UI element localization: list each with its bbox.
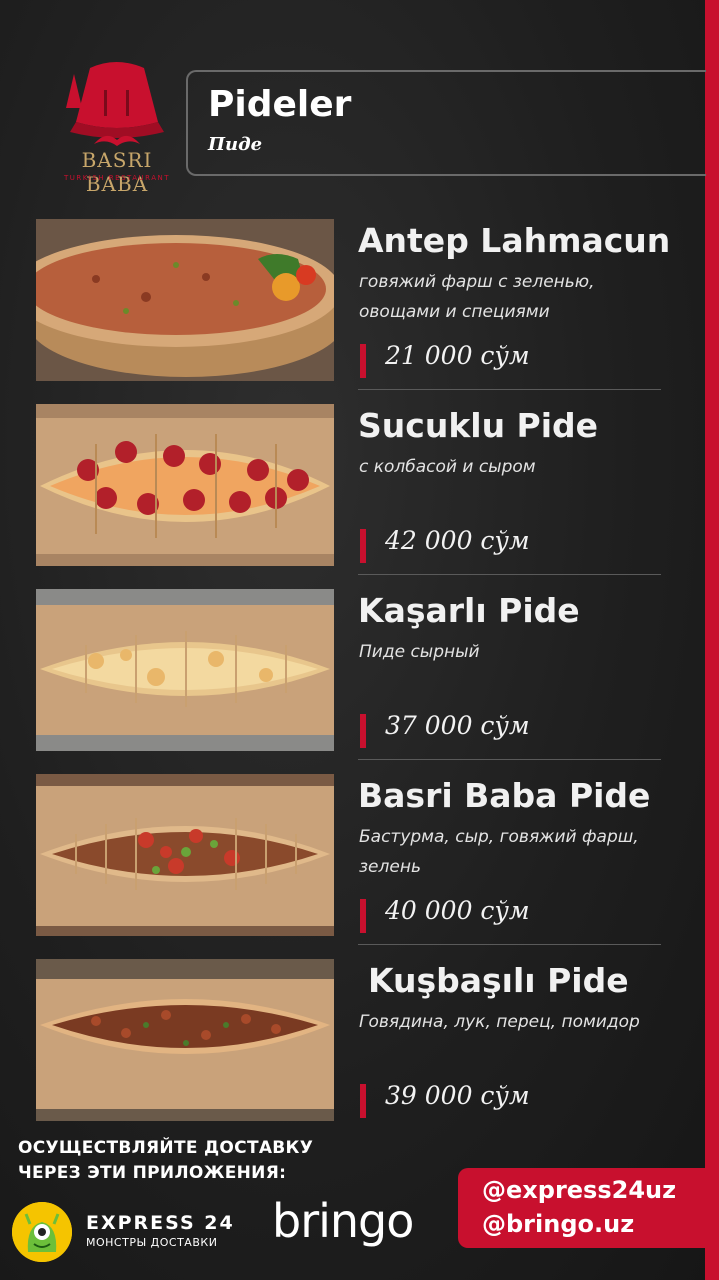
page-subtitle: Пиде xyxy=(208,134,263,155)
fez-hat-icon xyxy=(66,62,164,146)
price-marker xyxy=(360,1084,366,1118)
price-marker xyxy=(360,899,366,933)
divider xyxy=(358,759,661,760)
restaurant-logo: BASRI BABA TURKISH RESTAURANT xyxy=(52,60,182,196)
delivery-notice: ОСУЩЕСТВЛЯЙТЕ ДОСТАВКУ ЧЕРЕЗ ЭТИ ПРИЛОЖЕ… xyxy=(18,1136,313,1186)
kusbasili-pide-photo xyxy=(36,959,334,1121)
item-price: 37 000 сўм xyxy=(385,711,530,740)
menu-item[interactable]: Sucuklu Pide с колбасой и сыром 42 000 с… xyxy=(36,404,661,575)
item-name: Sucuklu Pide xyxy=(358,406,599,445)
item-price: 42 000 сўм xyxy=(385,526,530,555)
bringo-logo[interactable]: bringo xyxy=(272,1194,414,1248)
item-description: Пиде сырный xyxy=(359,642,480,662)
express24-tagline: МОНСТРЫ ДОСТАВКИ xyxy=(86,1236,218,1249)
bringo-handle[interactable]: @bringo.uz xyxy=(482,1210,634,1238)
item-description: с колбасой и сыром xyxy=(359,457,536,477)
item-name: Kuşbaşılı Pide xyxy=(368,961,629,1000)
item-description: Говядина, лук, перец, помидор xyxy=(359,1012,640,1032)
red-accent-strip xyxy=(705,0,719,1280)
item-price: 39 000 сўм xyxy=(385,1081,530,1110)
delivery-line-2: ЧЕРЕЗ ЭТИ ПРИЛОЖЕНИЯ: xyxy=(18,1163,287,1183)
kasarli-pide-photo xyxy=(36,589,334,751)
price-marker xyxy=(360,344,366,378)
express24-handle[interactable]: @express24uz xyxy=(482,1176,676,1204)
lahmacun-photo xyxy=(36,219,334,381)
menu-item[interactable]: Kuşbaşılı Pide Говядина, лук, перец, пом… xyxy=(36,959,661,1123)
item-description: Бастурма, сыр, говяжий фарш, зелень xyxy=(359,827,639,877)
item-price: 21 000 сўм xyxy=(385,341,530,370)
item-name: Basri Baba Pide xyxy=(358,776,651,815)
page-title: Pideler xyxy=(208,84,352,125)
delivery-line-1: ОСУЩЕСТВЛЯЙТЕ ДОСТАВКУ xyxy=(18,1138,314,1158)
item-name: Kaşarlı Pide xyxy=(358,591,580,630)
logo-subtitle: TURKISH RESTAURANT xyxy=(63,174,171,182)
divider xyxy=(358,389,661,390)
item-name: Antep Lahmacun xyxy=(358,221,671,260)
section-title-box: Pideler Пиде xyxy=(186,70,706,176)
social-handles-box: @express24uz @bringo.uz xyxy=(458,1168,719,1248)
item-description: говяжий фарш с зеленью, овощами и специя… xyxy=(359,272,595,322)
menu-item[interactable]: Antep Lahmacun говяжий фарш с зеленью, о… xyxy=(36,219,670,390)
price-marker xyxy=(360,529,366,563)
divider xyxy=(358,574,661,575)
sucuklu-pide-photo xyxy=(36,404,334,566)
menu-item[interactable]: Kaşarlı Pide Пиде сырный 37 000 сўм xyxy=(36,589,661,760)
price-marker xyxy=(360,714,366,748)
logo-name: BASRI BABA xyxy=(81,148,153,196)
basri-baba-pide-photo xyxy=(36,774,334,936)
item-price: 40 000 сўм xyxy=(385,896,530,925)
express24-monster-icon[interactable] xyxy=(12,1202,72,1262)
divider xyxy=(358,944,661,945)
menu-item[interactable]: Basri Baba Pide Бастурма, сыр, говяжий ф… xyxy=(36,774,661,945)
express24-name: EXPRESS 24 xyxy=(86,1212,235,1234)
